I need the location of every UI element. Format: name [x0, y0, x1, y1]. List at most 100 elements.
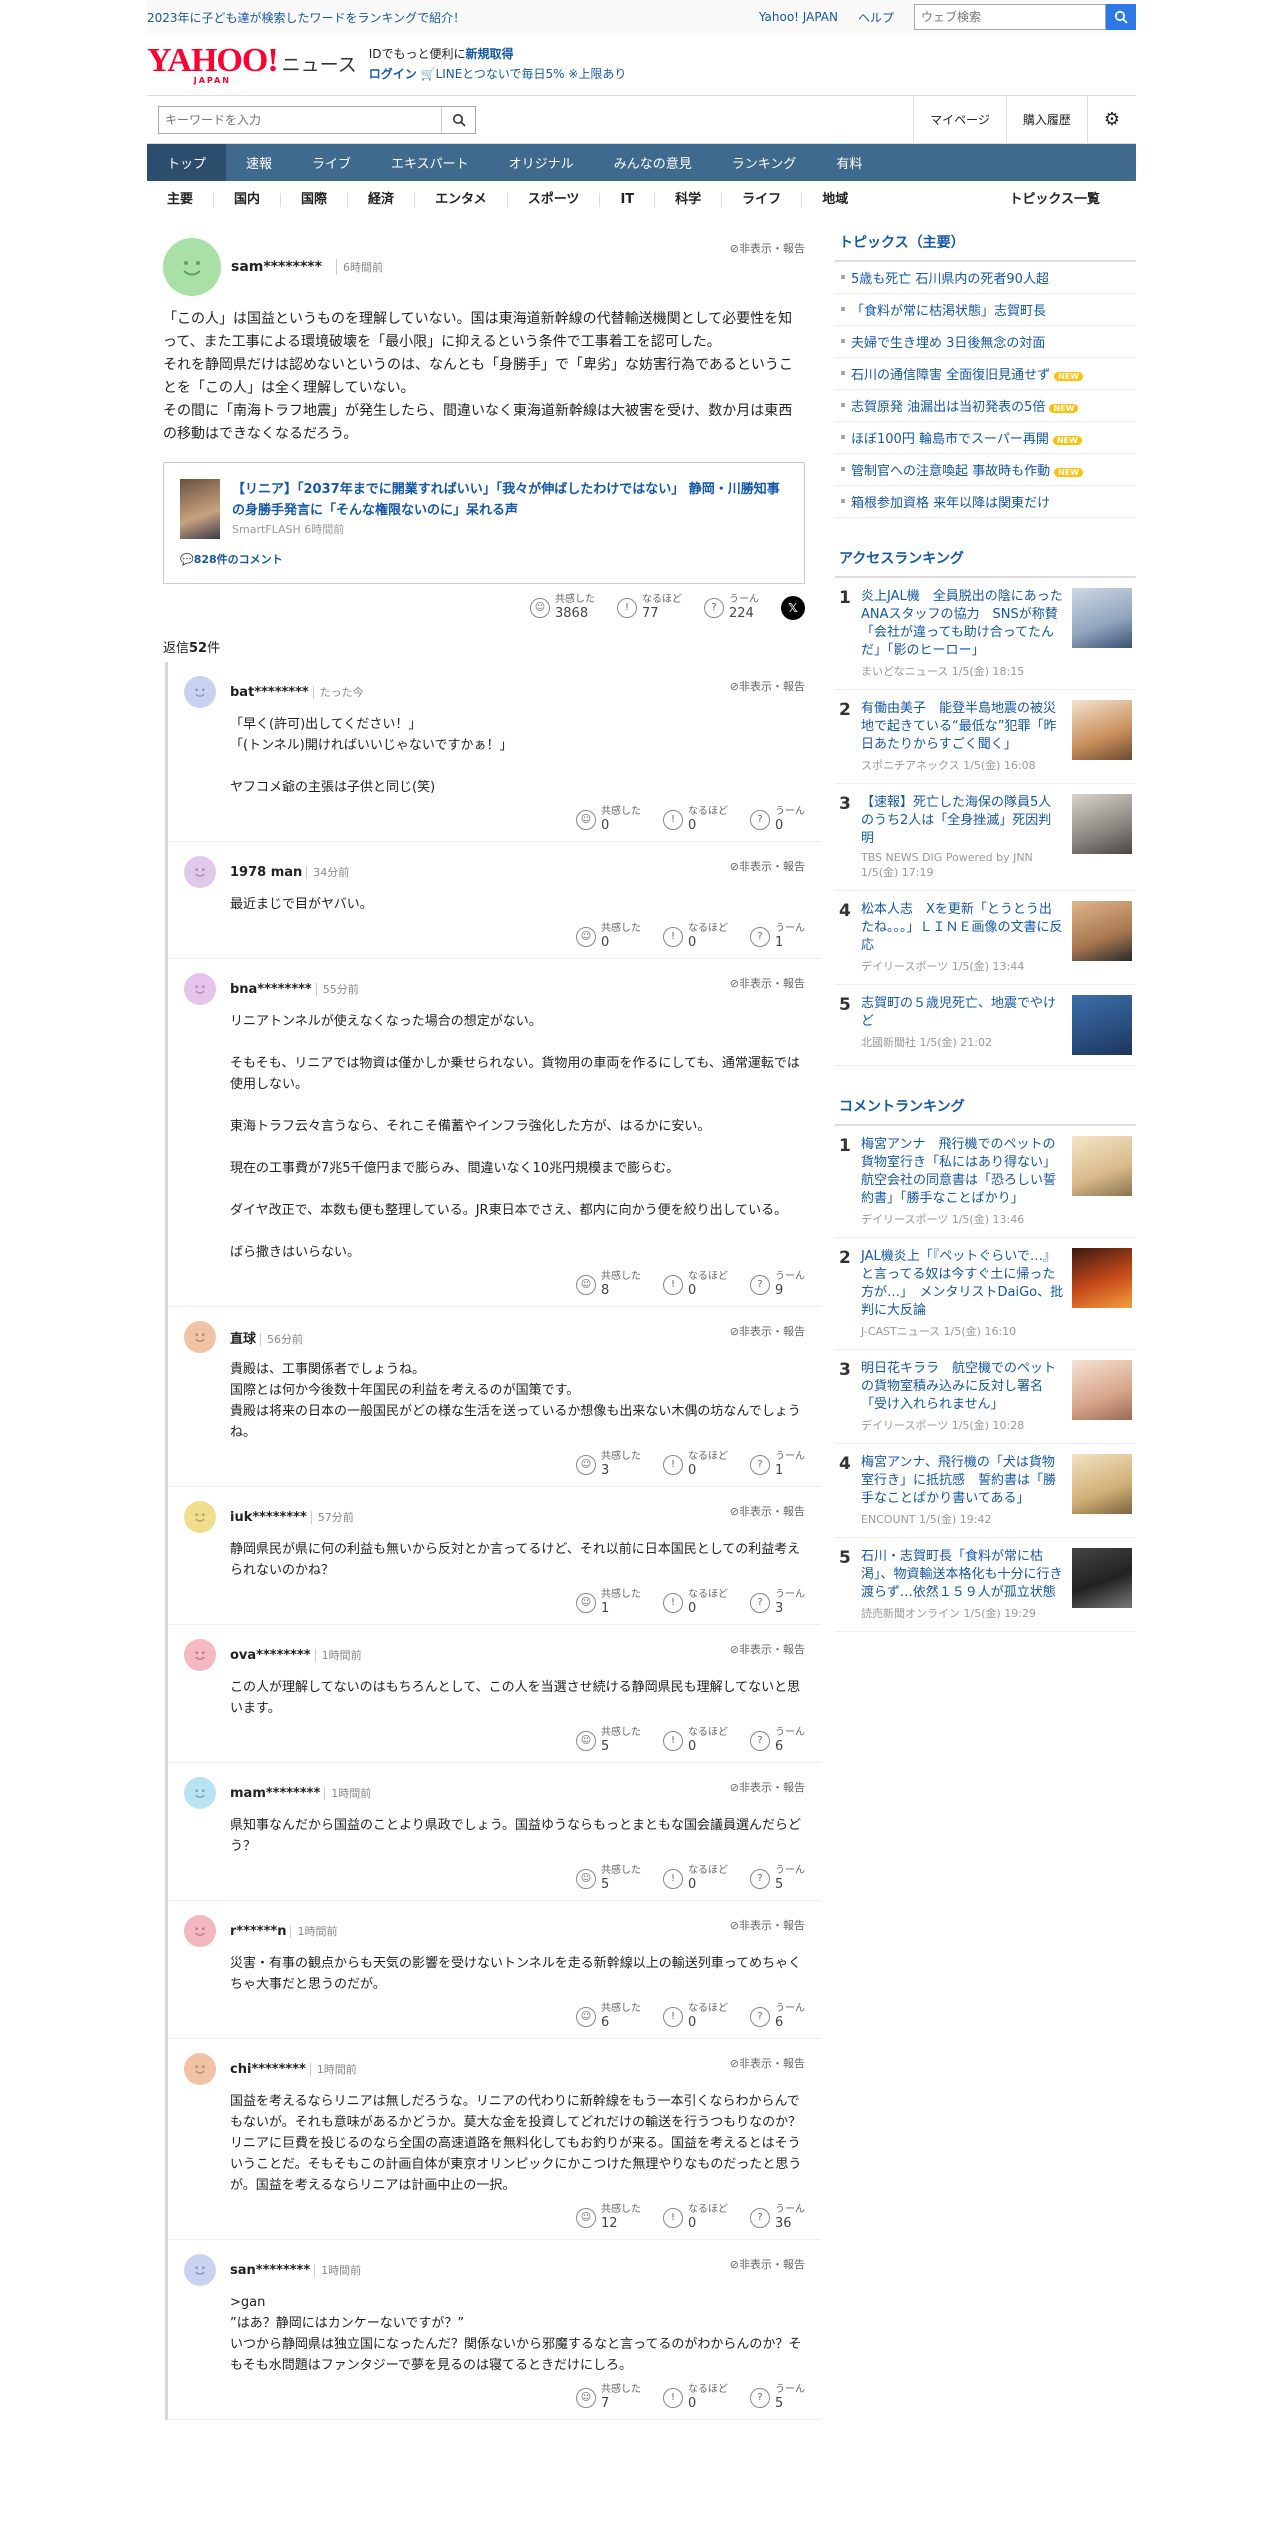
- rank-title[interactable]: 有働由美子 能登半島地震の被災地で起きている“最低な”犯罪「昨日あたりからすごく…: [861, 700, 1064, 754]
- mypage-link[interactable]: マイページ: [913, 95, 1006, 144]
- cat-main[interactable]: 主要: [147, 193, 215, 207]
- topic-item[interactable]: 石川の通信障害 全面復旧見通せず NEW: [835, 358, 1136, 390]
- rank-thumbnail[interactable]: [1072, 1548, 1132, 1608]
- hide-report-button[interactable]: ⊘非表示・報告: [730, 975, 805, 991]
- rank-thumbnail[interactable]: [1072, 794, 1132, 854]
- comment-ranking-title[interactable]: コメントランキング: [835, 1084, 1136, 1126]
- yahoo-japan-link[interactable]: Yahoo! JAPAN: [759, 10, 838, 24]
- topic-item[interactable]: ほぼ100円 輪島市でスーパー再開 NEW: [835, 422, 1136, 454]
- ranking-item[interactable]: 1 梅宮アンナ 飛行機でのペットの貨物室行き「私にはあり得ない」航空会社の同意書…: [835, 1126, 1136, 1238]
- username[interactable]: ova********: [230, 1648, 311, 1663]
- web-search-input[interactable]: [914, 4, 1106, 30]
- empathize-button[interactable]: ☺ 共感した 8: [576, 1271, 641, 1298]
- agree-button[interactable]: ! なるほど 0: [663, 2003, 728, 2030]
- promo-link[interactable]: 2023年に子ども達が検索したワードをランキングで紹介！: [147, 9, 465, 26]
- rank-title[interactable]: 【速報】死亡した海保の隊員5人のうち2人は「全身挫滅」死因判明: [861, 794, 1064, 848]
- username[interactable]: iuk********: [230, 1510, 307, 1525]
- hmm-button[interactable]: ? うーん 36: [750, 2204, 805, 2231]
- username[interactable]: 1978 man: [230, 865, 302, 880]
- hmm-button[interactable]: ? うーん 1: [750, 923, 805, 950]
- help-link[interactable]: ヘルプ: [858, 9, 894, 26]
- username[interactable]: r******n: [230, 1924, 286, 1939]
- purchase-history-link[interactable]: 購入履歴: [1005, 95, 1087, 144]
- ranking-item[interactable]: 5 石川・志賀町長「食料が常に枯渇」、物資輸送本格化も十分に行き渡らず…依然１５…: [835, 1538, 1136, 1632]
- cat-science[interactable]: 科学: [655, 193, 723, 207]
- login-link[interactable]: ログイン: [369, 67, 417, 81]
- hmm-button[interactable]: ? うーん 0: [750, 806, 805, 833]
- cat-entertainment[interactable]: エンタメ: [415, 193, 508, 207]
- signup-link[interactable]: 新規取得: [466, 47, 514, 61]
- username[interactable]: bna********: [230, 982, 312, 997]
- web-search-button[interactable]: [1106, 4, 1136, 30]
- hide-report-button[interactable]: ⊘非表示・報告: [730, 678, 805, 694]
- empathize-button[interactable]: ☺ 共感した 3: [576, 1451, 641, 1478]
- logo[interactable]: YAHOO! JAPAN ニュース: [147, 44, 357, 86]
- rank-title[interactable]: 梅宮アンナ、飛行機の「犬は貨物室行き」に抵抗感 誓約書は「勝手なことばかり書いて…: [861, 1454, 1064, 1508]
- rank-title[interactable]: JAL機炎上「『ペットぐらいで…』と言ってる奴は今すぐ土に帰った方が…」 メンタ…: [861, 1248, 1064, 1320]
- empathize-button[interactable]: ☺ 共感した 1: [576, 1589, 641, 1616]
- rank-title[interactable]: 炎上JAL機 全員脱出の陰にあったANAスタッフの協力 SNSが称賛「会社が違っ…: [861, 588, 1064, 660]
- keyword-input[interactable]: [159, 106, 441, 133]
- all-topics-link[interactable]: トピックス一覧: [989, 193, 1120, 207]
- nav-live[interactable]: ライブ: [292, 144, 371, 181]
- username[interactable]: chi********: [230, 2062, 306, 2077]
- nav-expert[interactable]: エキスパート: [371, 144, 489, 181]
- hmm-button[interactable]: ? うーん 5: [750, 1865, 805, 1892]
- ranking-item[interactable]: 4 梅宮アンナ、飛行機の「犬は貨物室行き」に抵抗感 誓約書は「勝手なことばかり書…: [835, 1444, 1136, 1538]
- cat-economy[interactable]: 経済: [348, 193, 416, 207]
- username[interactable]: mam********: [230, 1786, 320, 1801]
- hide-report-button[interactable]: ⊘非表示・報告: [730, 2055, 805, 2071]
- cat-world[interactable]: 国際: [281, 193, 349, 207]
- access-ranking-title[interactable]: アクセスランキング: [835, 536, 1136, 578]
- nav-top[interactable]: トップ: [147, 144, 227, 181]
- agree-button[interactable]: ! なるほど 0: [663, 1589, 728, 1616]
- rank-thumbnail[interactable]: [1072, 1136, 1132, 1196]
- empathize-button[interactable]: ☺ 共感した 0: [576, 806, 641, 833]
- topic-item[interactable]: 「食料が常に枯渇状態」志賀町長: [835, 294, 1136, 326]
- line-link[interactable]: LINEとつないで毎日5% ※上限あり: [436, 67, 627, 81]
- cat-it[interactable]: IT: [600, 193, 656, 207]
- empathize-button[interactable]: ☺ 共感した 5: [576, 1727, 641, 1754]
- topic-item[interactable]: 管制官への注意喚起 事故時も作動 NEW: [835, 454, 1136, 486]
- empathize-button[interactable]: ☺ 共感した 6: [576, 2003, 641, 2030]
- username[interactable]: bat********: [230, 685, 309, 700]
- article-title[interactable]: 【リニア】「2037年までに開業すればいい」「我々が伸ばしたわけではない」 静岡…: [232, 479, 788, 521]
- hmm-button[interactable]: ? うーん 9: [750, 1271, 805, 1298]
- hide-report-button[interactable]: ⊘非表示・報告: [730, 1779, 805, 1795]
- article-comments-link[interactable]: 💬828件のコメント: [180, 551, 788, 567]
- rank-title[interactable]: 松本人志 Xを更新「とうとう出たね。。。」ＬＩＮＥ画像の文書に反応: [861, 901, 1064, 955]
- agree-button[interactable]: ! なるほど 0: [663, 1451, 728, 1478]
- hide-report-button[interactable]: ⊘非表示・報告: [730, 1323, 805, 1339]
- agree-button[interactable]: ! なるほど 0: [663, 923, 728, 950]
- hide-report-button[interactable]: ⊘非表示・報告: [730, 2256, 805, 2272]
- ranking-item[interactable]: 3 【速報】死亡した海保の隊員5人のうち2人は「全身挫滅」死因判明 TBS NE…: [835, 784, 1136, 891]
- agree-button[interactable]: ! なるほど 0: [663, 1865, 728, 1892]
- ranking-item[interactable]: 5 志賀町の５歳児死亡、地震でやけど 北國新聞社 1/5(金) 21:02: [835, 985, 1136, 1066]
- nav-paid[interactable]: 有料: [816, 144, 882, 181]
- topics-title[interactable]: トピックス（主要）: [835, 220, 1136, 262]
- hmm-button[interactable]: ? うーん 224: [704, 594, 759, 621]
- x-share-button[interactable]: 𝕏: [781, 595, 805, 620]
- hide-report-button[interactable]: ⊘非表示・報告: [730, 1503, 805, 1519]
- empathize-button[interactable]: ☺ 共感した 5: [576, 1865, 641, 1892]
- rank-thumbnail[interactable]: [1072, 1360, 1132, 1420]
- rank-thumbnail[interactable]: [1072, 995, 1132, 1055]
- nav-opinions[interactable]: みんなの意見: [594, 144, 712, 181]
- username[interactable]: 直球: [230, 1332, 256, 1347]
- article-card[interactable]: 【リニア】「2037年までに開業すればいい」「我々が伸ばしたわけではない」 静岡…: [163, 462, 805, 584]
- cat-local[interactable]: 地域: [802, 193, 868, 207]
- topic-item[interactable]: 志賀原発 油漏出は当初発表の5倍 NEW: [835, 390, 1136, 422]
- hmm-button[interactable]: ? うーん 1: [750, 1451, 805, 1478]
- keyword-search-button[interactable]: [441, 106, 475, 133]
- nav-flash[interactable]: 速報: [226, 144, 292, 181]
- nav-ranking[interactable]: ランキング: [712, 144, 817, 181]
- ranking-item[interactable]: 3 明日花キララ 航空機でのペットの貨物室積み込みに反対し署名「受け入れられませ…: [835, 1350, 1136, 1444]
- empathize-button[interactable]: ☺ 共感した 12: [576, 2204, 641, 2231]
- cat-life[interactable]: ライフ: [722, 193, 803, 207]
- topic-item[interactable]: 5歳も死亡 石川県内の死者90人超: [835, 262, 1136, 294]
- settings-button[interactable]: ⚙: [1086, 95, 1136, 144]
- rank-title[interactable]: 梅宮アンナ 飛行機でのペットの貨物室行き「私にはあり得ない」航空会社の同意書は「…: [861, 1136, 1064, 1208]
- empathize-button[interactable]: ☺ 共感した 0: [576, 923, 641, 950]
- ranking-item[interactable]: 2 有働由美子 能登半島地震の被災地で起きている“最低な”犯罪「昨日あたりからす…: [835, 690, 1136, 784]
- rank-thumbnail[interactable]: [1072, 588, 1132, 648]
